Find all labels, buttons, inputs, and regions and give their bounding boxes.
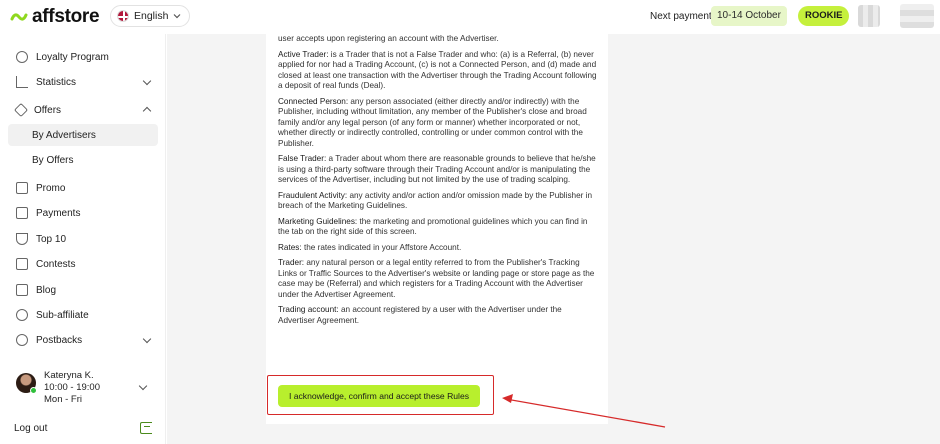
sidebar-item-label: Promo (36, 182, 66, 194)
sidebar-item-label: Statistics (36, 76, 77, 88)
sidebar-item-label: By Advertisers (32, 129, 96, 141)
top-bar: affstore English Next payment 10-14 Octo… (0, 0, 940, 34)
code-icon (16, 334, 28, 346)
chevron-down-icon (142, 334, 152, 344)
chevron-down-icon (138, 381, 148, 391)
sidebar-item-label: Postbacks (36, 334, 83, 346)
logout-icon[interactable] (140, 422, 152, 434)
loyalty-icon (16, 51, 28, 63)
trophy-icon (16, 233, 28, 245)
sidebar-item-label: Offers (34, 104, 62, 116)
blurred-account[interactable] (900, 4, 934, 28)
sidebar-item-top-10[interactable]: Top 10 (8, 228, 158, 250)
tag-icon (13, 102, 29, 118)
definition-trading-account: Trading account: an account registered b… (278, 305, 598, 326)
sidebar: Loyalty Program Statistics Offers By Adv… (0, 34, 166, 444)
sidebar-item-promo[interactable]: Promo (8, 177, 158, 199)
definition-trader: Trader: any natural person or a legal en… (278, 258, 598, 300)
logo-text: affstore (32, 6, 100, 27)
blog-icon (16, 284, 28, 296)
next-payment-dates: 10-14 October (711, 6, 787, 26)
chevron-down-icon (142, 76, 152, 86)
sidebar-item-sub-affiliate[interactable]: Sub-affiliate (8, 304, 158, 326)
sidebar-item-payments[interactable]: Payments (8, 202, 158, 224)
definition-term: Trader: (278, 258, 305, 267)
terms-intro-tail: user accepts upon registering an account… (278, 34, 499, 43)
sidebar-item-label: Contests (36, 258, 76, 270)
logout-link[interactable]: Log out (14, 423, 47, 434)
chevron-down-icon (174, 14, 181, 19)
language-label: English (134, 10, 169, 22)
manager-card[interactable]: Kateryna K. 10:00 - 19:00 Mon - Fri (16, 370, 156, 406)
language-selector[interactable]: English (110, 5, 191, 27)
manager-hours: 10:00 - 19:00 (44, 382, 100, 393)
definition-term: Marketing Guidelines: (278, 216, 358, 226)
definition-connected-person: Connected Person: any person associated … (278, 97, 598, 150)
sidebar-item-statistics[interactable]: Statistics (8, 71, 158, 93)
definition-active-trader: Active Trader: is a Trader that is not a… (278, 50, 598, 92)
sidebar-item-label: Loyalty Program (36, 51, 109, 63)
accept-rules-button[interactable]: I acknowledge, confirm and accept these … (278, 385, 480, 407)
logo-icon (10, 13, 28, 21)
sidebar-item-label: Blog (36, 284, 57, 296)
sidebar-item-label: Sub-affiliate (36, 309, 89, 321)
sidebar-item-label: By Offers (32, 154, 74, 166)
blurred-balance (858, 5, 880, 27)
definition-fraudulent-activity: Fraudulent Activity: any activity and/or… (278, 191, 598, 212)
chevron-up-icon (142, 106, 152, 116)
sidebar-item-contests[interactable]: Contests (8, 253, 158, 275)
sidebar-subitem-by-offers[interactable]: By Offers (8, 149, 158, 171)
affstore-logo[interactable]: affstore (10, 6, 100, 28)
definition-term: Fraudulent Activity: (278, 190, 348, 200)
sidebar-item-label: Payments (36, 207, 81, 219)
definition-term: Rates: (278, 242, 302, 252)
online-status-icon (30, 387, 37, 394)
definition-text: a Trader about whom there are reasonable… (278, 154, 596, 184)
sidebar-item-postbacks[interactable]: Postbacks (8, 329, 158, 351)
definition-marketing-guidelines: Marketing Guidelines: the marketing and … (278, 217, 598, 238)
sidebar-item-blog[interactable]: Blog (8, 279, 158, 301)
wallet-icon (16, 207, 28, 219)
definition-rates: Rates: the rates indicated in your Affst… (278, 243, 598, 254)
users-icon (16, 309, 28, 321)
sidebar-item-loyalty-program[interactable]: Loyalty Program (8, 46, 158, 68)
definition-term: Active Trader: (278, 49, 329, 59)
rank-badge[interactable]: ROOKIE (798, 6, 850, 26)
manager-days: Mon - Fri (44, 394, 82, 405)
contests-icon (16, 258, 28, 270)
sidebar-subitem-by-advertisers[interactable]: By Advertisers (8, 124, 158, 146)
statistics-icon (16, 76, 28, 88)
manager-name: Kateryna K. (44, 370, 94, 381)
uk-flag-icon (117, 10, 129, 22)
definition-text: the rates indicated in your Affstore Acc… (301, 242, 462, 252)
definition-term: Trading account: (278, 305, 339, 314)
definition-term: Connected Person: (278, 96, 349, 106)
sidebar-item-offers[interactable]: Offers (8, 99, 158, 121)
definition-text: any natural person or a legal entity ref… (278, 258, 595, 299)
rules-text: user accepts upon registering an account… (278, 34, 598, 331)
next-payment-label: Next payment (650, 11, 712, 22)
definition-false-trader: False Trader: a Trader about whom there … (278, 154, 598, 186)
image-icon (16, 182, 28, 194)
sidebar-item-label: Top 10 (36, 233, 67, 245)
definition-term: False Trader: (278, 154, 327, 163)
